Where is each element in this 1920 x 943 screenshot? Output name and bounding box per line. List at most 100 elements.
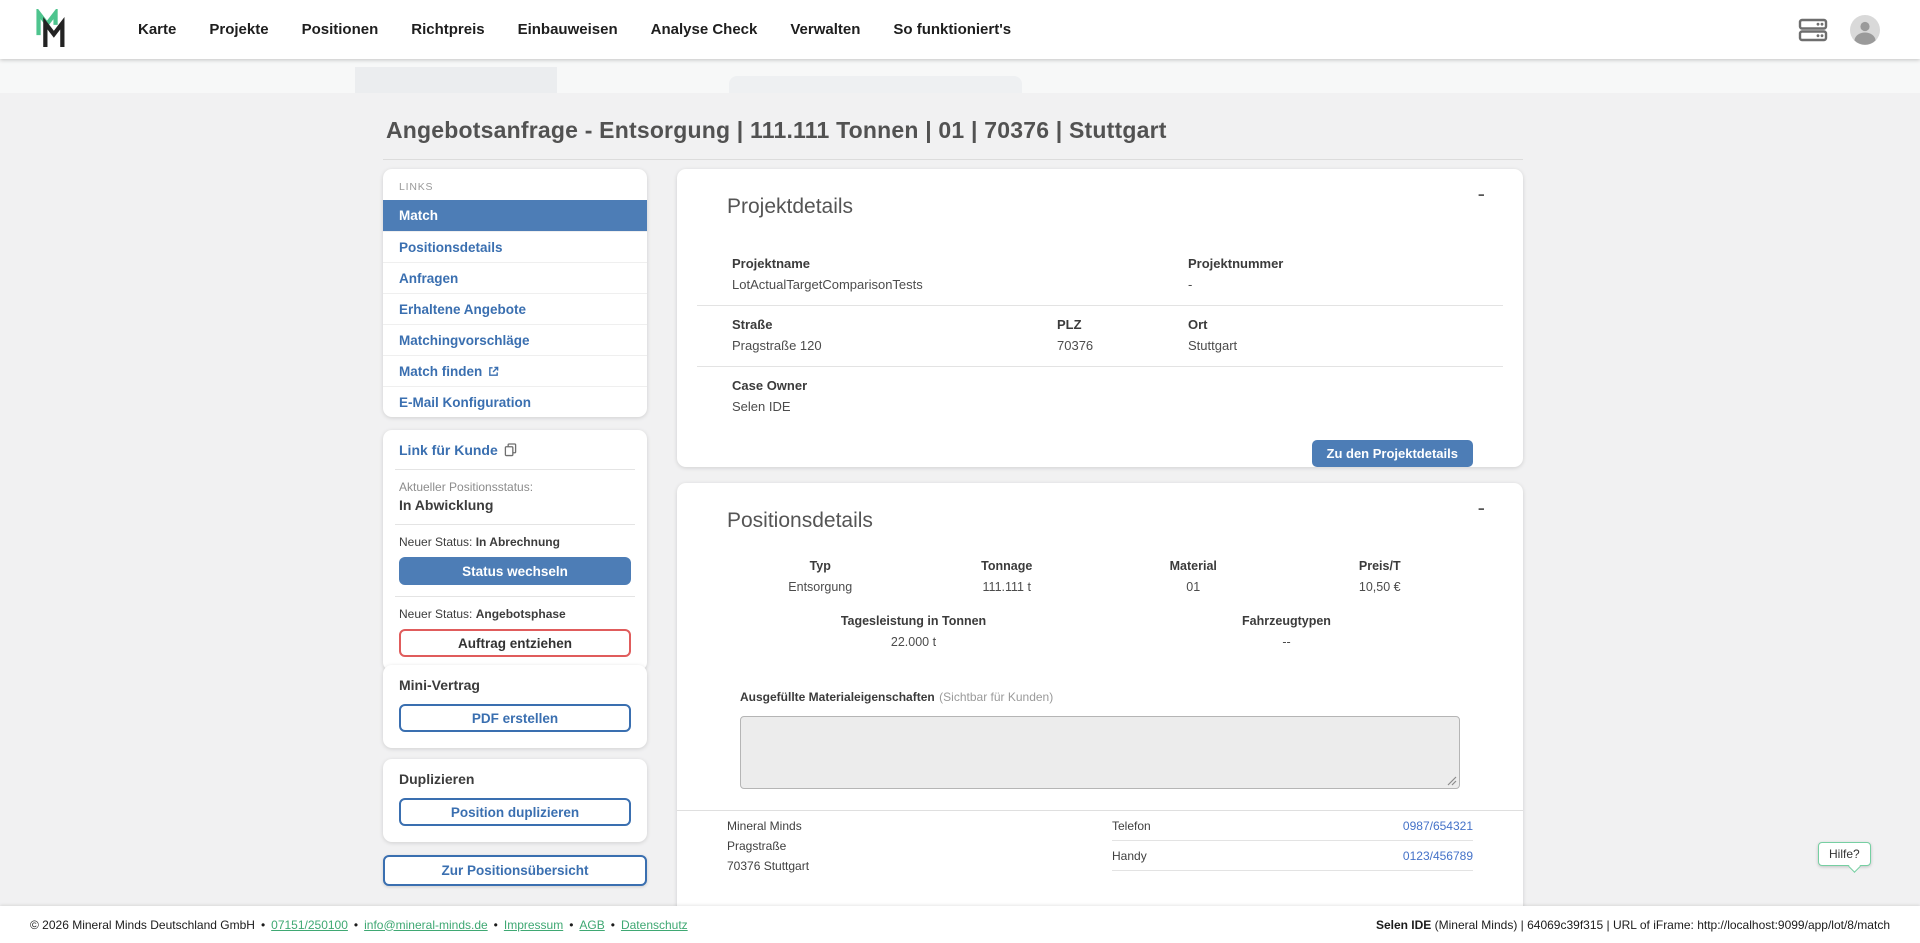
footer-agb-link[interactable]: AGB	[579, 918, 604, 932]
telefon-link[interactable]: 0987/654321	[1403, 819, 1473, 833]
field-label: Tonnage	[914, 559, 1101, 573]
position-row-2: Tagesleistung in Tonnen 22.000 t Fahrzeu…	[727, 614, 1473, 649]
field-label: Projektnummer	[1188, 256, 1473, 271]
footer-impressum-link[interactable]: Impressum	[504, 918, 563, 932]
top-band	[0, 59, 1920, 93]
mineral-minds-logo-icon[interactable]	[36, 9, 70, 51]
sidebar-item-label: Match finden	[399, 364, 482, 379]
footer-session-user: Selen IDE	[1376, 918, 1431, 932]
revoke-status-value: Angebotsphase	[476, 607, 566, 621]
server-icon[interactable]	[1798, 18, 1828, 42]
field-tagesleistung: Tagesleistung in Tonnen 22.000 t	[727, 614, 1100, 649]
next-status-prefix: Neuer Status:	[399, 535, 472, 549]
current-status-value: In Abwicklung	[399, 497, 631, 513]
zu-den-projektdetails-button[interactable]: Zu den Projektdetails	[1312, 440, 1473, 467]
project-button-row: Zu den Projektdetails	[727, 440, 1473, 467]
nav-projekte[interactable]: Projekte	[209, 21, 268, 38]
sidebar-item-label: Match	[399, 208, 438, 223]
help-button-label: Hilfe?	[1818, 842, 1871, 866]
project-row-address: Straße Pragstraße 120 PLZ 70376 Ort Stut…	[697, 305, 1503, 366]
field-value: LotActualTargetComparisonTests	[732, 277, 1057, 292]
footer-datenschutz-link[interactable]: Datenschutz	[621, 918, 688, 932]
sidebar-item-matchingvorschlaege[interactable]: Matchingvorschläge	[383, 324, 647, 355]
footer-email-link[interactable]: info@mineral-minds.de	[364, 918, 488, 932]
sidebar-item-label: Erhaltene Angebote	[399, 302, 526, 317]
field-value: 70376	[1057, 338, 1188, 353]
field-strasse: Straße Pragstraße 120	[732, 317, 1057, 353]
nav-verwalten[interactable]: Verwalten	[790, 21, 860, 38]
contact-city: 70376 Stuttgart	[727, 856, 809, 876]
sidebar-item-match-finden[interactable]: Match finden	[383, 355, 647, 386]
divider	[395, 596, 635, 597]
footer: © 2026 Mineral Minds Deutschland GmbH • …	[0, 906, 1920, 943]
footer-separator: •	[494, 918, 498, 932]
field-value: 01	[1100, 580, 1287, 594]
field-value: Selen IDE	[732, 399, 1057, 414]
copy-icon	[504, 443, 517, 457]
field-value: Pragstraße 120	[732, 338, 1057, 353]
links-card: LINKS Match Positionsdetails Anfragen Er…	[383, 169, 647, 417]
project-row-owner: Case Owner Selen IDE	[697, 366, 1503, 427]
resize-handle-icon[interactable]	[1447, 776, 1457, 786]
field-label: Material	[1100, 559, 1287, 573]
footer-session-details: (Mineral Minds) | 64069c39f315 | URL of …	[1431, 918, 1890, 932]
footer-separator: •	[611, 918, 615, 932]
project-row-name: Projektname LotActualTargetComparisonTes…	[697, 245, 1503, 305]
duplizieren-title: Duplizieren	[399, 771, 631, 787]
field-value: 22.000 t	[727, 635, 1100, 649]
field-projektnummer: Projektnummer -	[1188, 256, 1473, 292]
revoke-status-line: Neuer Status: Angebotsphase	[399, 607, 631, 621]
sidebar-item-email-konfiguration[interactable]: E-Mail Konfiguration	[383, 386, 647, 417]
divider	[395, 469, 635, 470]
field-value: --	[1100, 635, 1473, 649]
sidebar-item-anfragen[interactable]: Anfragen	[383, 262, 647, 293]
field-case-owner: Case Owner Selen IDE	[732, 378, 1057, 414]
projektdetails-title: Projektdetails	[727, 195, 1473, 219]
status-wechseln-button[interactable]: Status wechseln	[399, 557, 631, 585]
positionsdetails-card: Positionsdetails - Typ Entsorgung Tonnag…	[677, 483, 1523, 943]
handy-link[interactable]: 0123/456789	[1403, 849, 1473, 863]
user-avatar-icon[interactable]	[1850, 15, 1880, 45]
field-fahrzeugtypen: Fahrzeugtypen --	[1100, 614, 1473, 649]
skeleton-block	[729, 76, 1022, 93]
field-label: PLZ	[1057, 317, 1188, 332]
footer-phone-link[interactable]: 07151/250100	[271, 918, 348, 932]
next-status-line: Neuer Status: In Abrechnung	[399, 535, 631, 549]
status-card: Link für Kunde Aktueller Positionsstatus…	[383, 430, 647, 671]
field-projektname: Projektname LotActualTargetComparisonTes…	[732, 256, 1057, 292]
collapse-button[interactable]: -	[1478, 183, 1485, 205]
nav-einbauweisen[interactable]: Einbauweisen	[518, 21, 618, 38]
customer-link[interactable]: Link für Kunde	[399, 442, 631, 458]
footer-session-info: Selen IDE (Mineral Minds) | 64069c39f315…	[1376, 918, 1890, 932]
pdf-erstellen-button[interactable]: PDF erstellen	[399, 704, 631, 732]
position-duplizieren-button[interactable]: Position duplizieren	[399, 798, 631, 826]
sidebar-item-erhaltene-angebote[interactable]: Erhaltene Angebote	[383, 293, 647, 324]
nav-richtpreis[interactable]: Richtpreis	[411, 21, 484, 38]
field-label: Fahrzeugtypen	[1100, 614, 1473, 628]
help-bubble[interactable]: Hilfe?	[1818, 842, 1871, 866]
zur-positionsuebersicht-button[interactable]: Zur Positionsübersicht	[383, 855, 647, 886]
footer-copyright: © 2026 Mineral Minds Deutschland GmbH	[30, 918, 255, 932]
field-material: Material 01	[1100, 559, 1287, 594]
main-nav: Karte Projekte Positionen Richtpreis Ein…	[138, 0, 1011, 59]
nav-positionen[interactable]: Positionen	[302, 21, 379, 38]
field-label: Case Owner	[732, 378, 1057, 393]
field-label: Straße	[732, 317, 1057, 332]
auftrag-entziehen-button[interactable]: Auftrag entziehen	[399, 629, 631, 657]
nav-karte[interactable]: Karte	[138, 21, 176, 38]
nav-analyse-check[interactable]: Analyse Check	[651, 21, 758, 38]
material-properties-textarea[interactable]	[741, 717, 1459, 788]
revoke-status-prefix: Neuer Status:	[399, 607, 472, 621]
nav-so-funktionierts[interactable]: So funktioniert's	[893, 21, 1011, 38]
app-screen: Karte Projekte Positionen Richtpreis Ein…	[0, 0, 1920, 943]
sidebar-item-match[interactable]: Match	[383, 200, 647, 231]
header-icons	[1798, 0, 1880, 59]
field-label: Ort	[1188, 317, 1473, 332]
field-preis-t: Preis/T 10,50 €	[1287, 559, 1474, 594]
collapse-button[interactable]: -	[1478, 497, 1485, 519]
sidebar-item-positionsdetails[interactable]: Positionsdetails	[383, 231, 647, 262]
field-ort: Ort Stuttgart	[1188, 317, 1473, 353]
app-header: Karte Projekte Positionen Richtpreis Ein…	[0, 0, 1920, 59]
contact-section: Mineral Minds Pragstraße 70376 Stuttgart…	[677, 810, 1523, 900]
external-link-icon	[488, 366, 499, 377]
